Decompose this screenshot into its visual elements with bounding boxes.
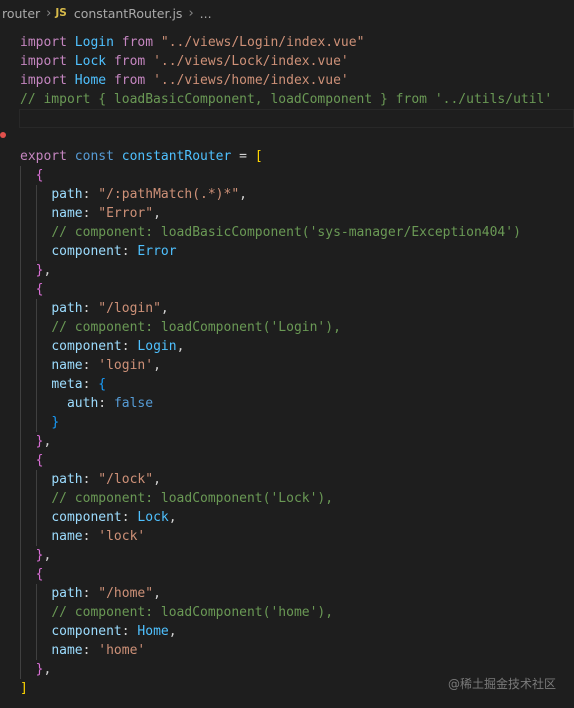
breadcrumb-file[interactable]: constantRouter.js [72, 6, 185, 21]
chevron-right-icon: › [188, 5, 194, 21]
code-line: // component: loadComponent('Login'), [51, 320, 341, 335]
code-line: }, [35, 548, 52, 563]
code-line: component: Home, [51, 624, 177, 639]
code-line: }, [35, 662, 52, 677]
code-line: path: "/home", [51, 586, 161, 601]
breadcrumb-symbols[interactable]: ... [198, 6, 214, 21]
code-line: { [35, 453, 44, 468]
code-line: import Lock from '../views/Lock/index.vu… [20, 54, 349, 69]
code-line: component: Login, [51, 339, 185, 354]
code-line: auth: false [66, 396, 154, 411]
breadcrumb-folder[interactable]: router [0, 6, 42, 21]
code-line: // component: loadComponent('Lock'), [51, 491, 334, 506]
code-line: }, [35, 263, 52, 278]
code-line: ] [20, 681, 28, 696]
watermark: @稀土掘金技术社区 [447, 677, 556, 691]
code-line: import Login from "../views/Login/index.… [20, 35, 365, 50]
code-line: export const constantRouter = [ [20, 149, 263, 164]
breakpoint-marker-icon [0, 132, 6, 138]
code-line: name: 'home' [51, 643, 146, 658]
code-line: name: 'login', [51, 358, 161, 373]
code-line: { [35, 282, 44, 297]
code-line: }, [35, 434, 52, 449]
code-line: // component: loadBasicComponent('sys-ma… [51, 225, 521, 240]
code-line: name: 'lock' [51, 529, 146, 544]
breadcrumb: router › JS constantRouter.js › ... [0, 0, 574, 26]
chevron-right-icon: › [46, 5, 52, 21]
code-line: name: "Error", [51, 206, 161, 221]
current-line-highlight [19, 109, 574, 128]
code-line: // import { loadBasicComponent, loadComp… [20, 92, 553, 107]
code-line: // component: loadComponent('home'), [51, 605, 334, 620]
code-line: component: Lock, [51, 510, 177, 525]
code-line: } [51, 415, 60, 430]
code-line: path: "/lock", [51, 472, 161, 487]
code-line: { [35, 168, 44, 183]
code-editor[interactable]: import Login from "../views/Login/index.… [0, 30, 574, 708]
code-line: import Home from '../views/home/index.vu… [20, 73, 349, 88]
code-line: meta: { [51, 377, 107, 392]
code-line: path: "/login", [51, 301, 169, 316]
code-line: { [35, 567, 44, 582]
code-line: component: Error [51, 244, 177, 259]
code-line: path: "/:pathMatch(.*)*", [51, 187, 247, 202]
js-file-icon: JS [55, 7, 67, 19]
